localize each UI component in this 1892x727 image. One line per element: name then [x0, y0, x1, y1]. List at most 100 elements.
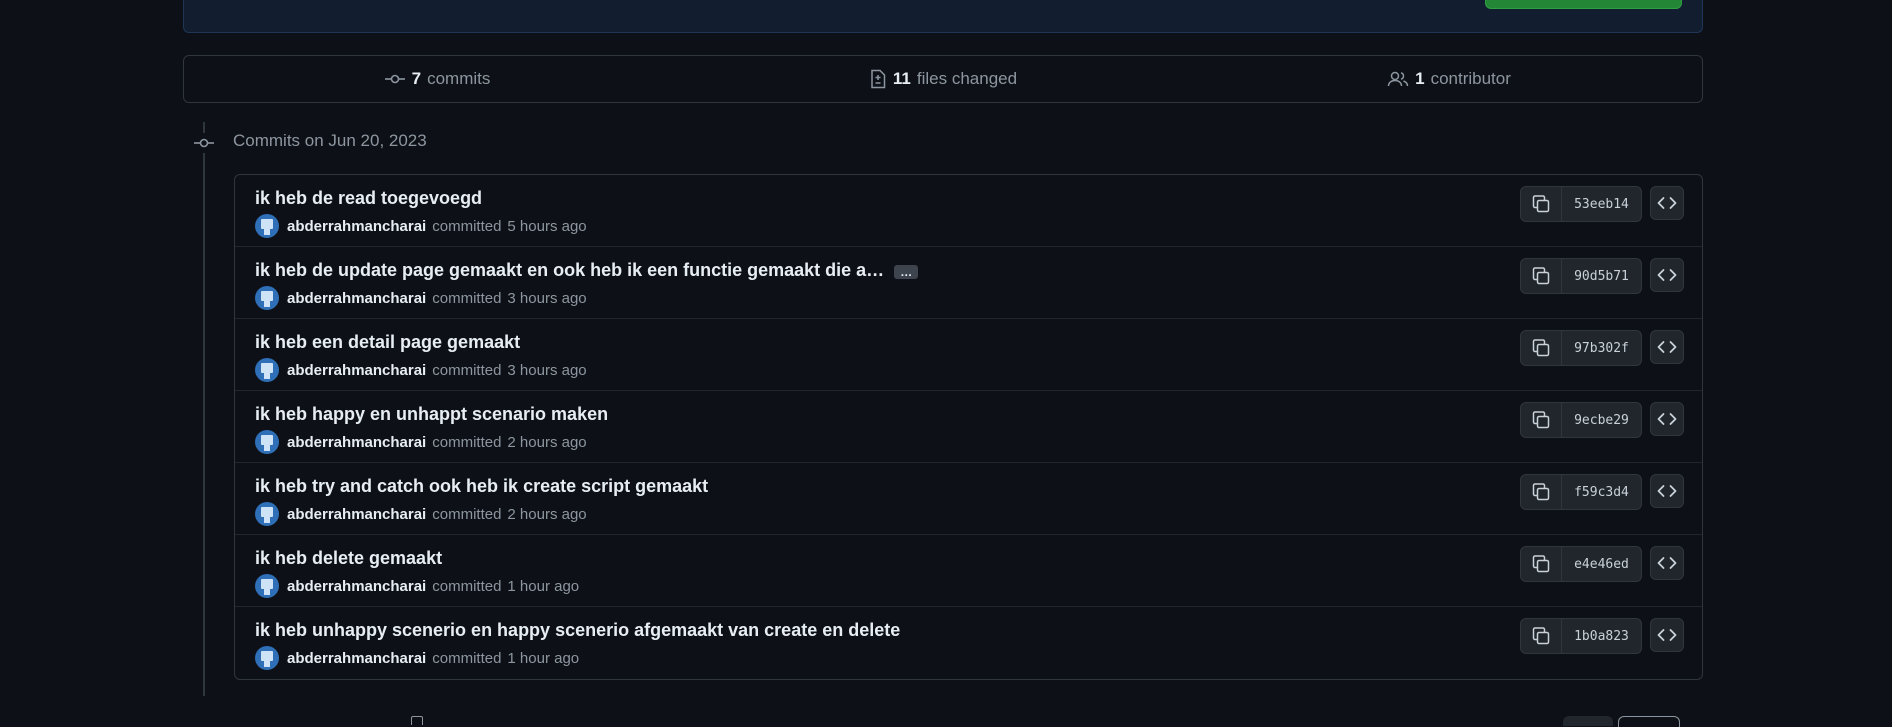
sha-button-group: 9ecbe29 — [1520, 402, 1642, 438]
compare-banner — [183, 0, 1703, 33]
commit-verb: committed — [432, 577, 502, 595]
commit-time: 2 hours ago — [507, 505, 587, 523]
commit-time: 1 hour ago — [507, 577, 580, 595]
sha-button-group: 97b302f — [1520, 330, 1642, 366]
commit-title-wrap: ik heb try and catch ook heb ik create s… — [255, 476, 708, 497]
copy-icon[interactable] — [1521, 259, 1562, 293]
contributors-label: contributor — [1430, 69, 1511, 88]
commit-verb: committed — [432, 361, 502, 379]
code-icon[interactable] — [1650, 618, 1684, 652]
avatar[interactable] — [255, 358, 279, 382]
commit-message-link[interactable]: ik heb happy en unhappt scenario maken — [255, 404, 608, 425]
commit-verb: committed — [432, 649, 502, 667]
commit-row: ik heb een detail page gemaakt abderrahma… — [235, 319, 1702, 391]
code-icon[interactable] — [1650, 402, 1684, 436]
commit-title-wrap: ik heb unhappy scenerio en happy sceneri… — [255, 620, 900, 641]
commit-sha-link[interactable]: 90d5b71 — [1562, 259, 1641, 293]
commit-title-wrap: ik heb de update page gemaakt en ook heb… — [255, 260, 919, 281]
commit-message-link[interactable]: ik heb try and catch ook heb ik create s… — [255, 476, 708, 497]
commit-message-link[interactable]: ik heb een detail page gemaakt — [255, 332, 520, 353]
avatar[interactable] — [255, 286, 279, 310]
sha-button-group: e4e46ed — [1520, 546, 1642, 582]
commit-list: ik heb de read toegevoegd abderrahmanchar… — [234, 174, 1703, 680]
expand-message-button[interactable]: … — [894, 265, 919, 279]
commit-row: ik heb try and catch ook heb ik create s… — [235, 463, 1702, 535]
commit-row: ik heb happy en unhappt scenario maken ab… — [235, 391, 1702, 463]
commit-actions: 53eeb14 — [1520, 186, 1684, 222]
code-icon[interactable] — [1650, 258, 1684, 292]
files-changed-summary[interactable]: 11 files changed — [690, 69, 1196, 89]
commit-message-link[interactable]: ik heb de read toegevoegd — [255, 188, 482, 209]
commit-time: 2 hours ago — [507, 433, 587, 451]
commit-row: ik heb unhappy scenerio en happy sceneri… — [235, 607, 1702, 679]
commit-sha-link[interactable]: 53eeb14 — [1562, 187, 1641, 221]
code-icon[interactable] — [1650, 186, 1684, 220]
commit-author-link[interactable]: abderrahmancharai — [287, 578, 426, 595]
commit-sha-link[interactable]: f59c3d4 — [1562, 475, 1641, 509]
sha-button-group: 1b0a823 — [1520, 618, 1642, 654]
commit-row: ik heb delete gemaakt abderrahmancharai co… — [235, 535, 1702, 607]
commit-actions: 9ecbe29 — [1520, 402, 1684, 438]
sha-button-group: 90d5b71 — [1520, 258, 1642, 294]
commit-author-link[interactable]: abderrahmancharai — [287, 650, 426, 667]
commit-sha-link[interactable]: 97b302f — [1562, 331, 1641, 365]
files-count: 11 — [892, 69, 911, 88]
file-icon — [411, 716, 423, 725]
files-label: files changed — [916, 69, 1018, 88]
commit-title-wrap: ik heb een detail page gemaakt — [255, 332, 520, 353]
commit-meta: abderrahmancharai committed 3 hours ago — [255, 358, 587, 382]
commit-time: 3 hours ago — [507, 289, 587, 307]
commit-actions: 90d5b71 — [1520, 258, 1684, 294]
view-toggle[interactable] — [1563, 716, 1683, 727]
commit-meta: abderrahmancharai committed 2 hours ago — [255, 430, 587, 454]
commit-message-link[interactable]: ik heb unhappy scenerio en happy sceneri… — [255, 620, 900, 641]
code-icon[interactable] — [1650, 474, 1684, 508]
commit-author-link[interactable]: abderrahmancharai — [287, 290, 426, 307]
copy-icon[interactable] — [1521, 619, 1562, 653]
avatar[interactable] — [255, 430, 279, 454]
commit-sha-link[interactable]: e4e46ed — [1562, 547, 1641, 581]
code-icon[interactable] — [1650, 330, 1684, 364]
commit-verb: committed — [432, 505, 502, 523]
commits-label: commits — [427, 69, 491, 88]
git-commit-icon — [384, 71, 406, 87]
copy-icon[interactable] — [1521, 403, 1562, 437]
create-pull-request-button[interactable] — [1485, 0, 1682, 9]
contributors-count: 1 — [1415, 69, 1425, 88]
copy-icon[interactable] — [1521, 547, 1562, 581]
commit-author-link[interactable]: abderrahmancharai — [287, 434, 426, 451]
commit-time: 1 hour ago — [507, 649, 580, 667]
commit-time: 3 hours ago — [507, 361, 587, 379]
compare-summary-bar: 7 commits 11 files changed 1 contributor — [183, 55, 1703, 103]
avatar[interactable] — [255, 646, 279, 670]
git-commit-icon — [194, 133, 214, 153]
commit-author-link[interactable]: abderrahmancharai — [287, 362, 426, 379]
people-icon — [1387, 70, 1409, 88]
avatar[interactable] — [255, 214, 279, 238]
contributors-summary[interactable]: 1 contributor — [1196, 69, 1702, 89]
commits-count: 7 — [411, 69, 422, 88]
avatar[interactable] — [255, 502, 279, 526]
commits-summary[interactable]: 7 commits — [184, 69, 690, 89]
copy-icon[interactable] — [1521, 187, 1562, 221]
commit-actions: e4e46ed — [1520, 546, 1684, 582]
copy-icon[interactable] — [1521, 331, 1562, 365]
commit-message-link[interactable]: ik heb delete gemaakt — [255, 548, 442, 569]
view-toggle-option[interactable] — [1563, 716, 1613, 726]
commit-row: ik heb de update page gemaakt en ook heb… — [235, 247, 1702, 319]
commit-actions: 1b0a823 — [1520, 618, 1684, 654]
copy-icon[interactable] — [1521, 475, 1562, 509]
avatar[interactable] — [255, 574, 279, 598]
code-icon[interactable] — [1650, 546, 1684, 580]
sha-button-group: 53eeb14 — [1520, 186, 1642, 222]
file-diff-icon — [869, 69, 887, 89]
commit-message-link[interactable]: ik heb de update page gemaakt en ook heb… — [255, 260, 884, 281]
commit-meta: abderrahmancharai committed 5 hours ago — [255, 214, 587, 238]
commit-author-link[interactable]: abderrahmancharai — [287, 506, 426, 523]
commit-actions: 97b302f — [1520, 330, 1684, 366]
commit-title-wrap: ik heb happy en unhappt scenario maken — [255, 404, 608, 425]
commit-actions: f59c3d4 — [1520, 474, 1684, 510]
commit-author-link[interactable]: abderrahmancharai — [287, 218, 426, 235]
commit-sha-link[interactable]: 9ecbe29 — [1562, 403, 1641, 437]
commit-sha-link[interactable]: 1b0a823 — [1562, 619, 1641, 653]
